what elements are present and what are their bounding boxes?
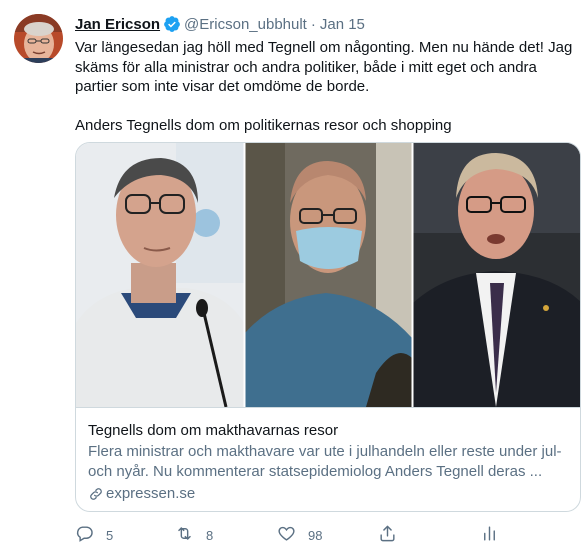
- link-preview-card[interactable]: Tegnells dom om makthavarnas resor Flera…: [75, 142, 581, 512]
- tweet-text-paragraph-1: Var längesedan jag höll med Tegnell om n…: [75, 39, 573, 95]
- card-image-panel-2: [245, 143, 412, 407]
- retweet-button[interactable]: 8: [175, 523, 213, 547]
- share-button[interactable]: [378, 523, 397, 547]
- tweet-timestamp[interactable]: Jan 15: [320, 16, 365, 33]
- header-separator: ·: [310, 15, 316, 33]
- card-image-panel-3: [413, 143, 580, 407]
- tweet-text-paragraph-2: Anders Tegnells dom om politikernas reso…: [75, 117, 452, 134]
- tweet-header: Jan Ericson @Ericson_ubbhult · Jan 15: [75, 14, 365, 34]
- tweet[interactable]: Jan Ericson @Ericson_ubbhult · Jan 15 Va…: [0, 0, 588, 559]
- card-body[interactable]: Tegnells dom om makthavarnas resor Flera…: [76, 407, 580, 511]
- tweet-actions: 5 8 98: [75, 523, 505, 547]
- reply-icon: [75, 524, 94, 546]
- like-button[interactable]: 98: [277, 523, 322, 547]
- retweet-count: 8: [206, 527, 214, 543]
- reply-count: 5: [106, 527, 114, 543]
- tweet-text: Var längesedan jag höll med Tegnell om n…: [75, 38, 575, 136]
- card-domain: expressen.se: [88, 484, 570, 503]
- share-icon: [378, 524, 397, 546]
- card-description: Flera ministrar och makthavare var ute i…: [88, 443, 562, 480]
- author-handle[interactable]: @Ericson_ubbhult: [184, 16, 307, 33]
- like-count: 98: [308, 527, 323, 543]
- avatar[interactable]: [14, 14, 63, 63]
- card-image-panel-1: [76, 143, 244, 408]
- card-title: Tegnells dom om makthavarnas resor: [88, 422, 339, 439]
- retweet-icon: [175, 524, 194, 546]
- card-domain-text: expressen.se: [106, 485, 196, 502]
- analytics-button[interactable]: [480, 523, 499, 547]
- card-image[interactable]: [76, 143, 580, 408]
- heart-icon: [277, 524, 296, 546]
- analytics-icon: [480, 524, 499, 546]
- link-icon: [88, 486, 104, 502]
- reply-button[interactable]: 5: [75, 523, 113, 547]
- author-name[interactable]: Jan Ericson: [75, 16, 160, 33]
- verified-badge-icon: [163, 15, 181, 33]
